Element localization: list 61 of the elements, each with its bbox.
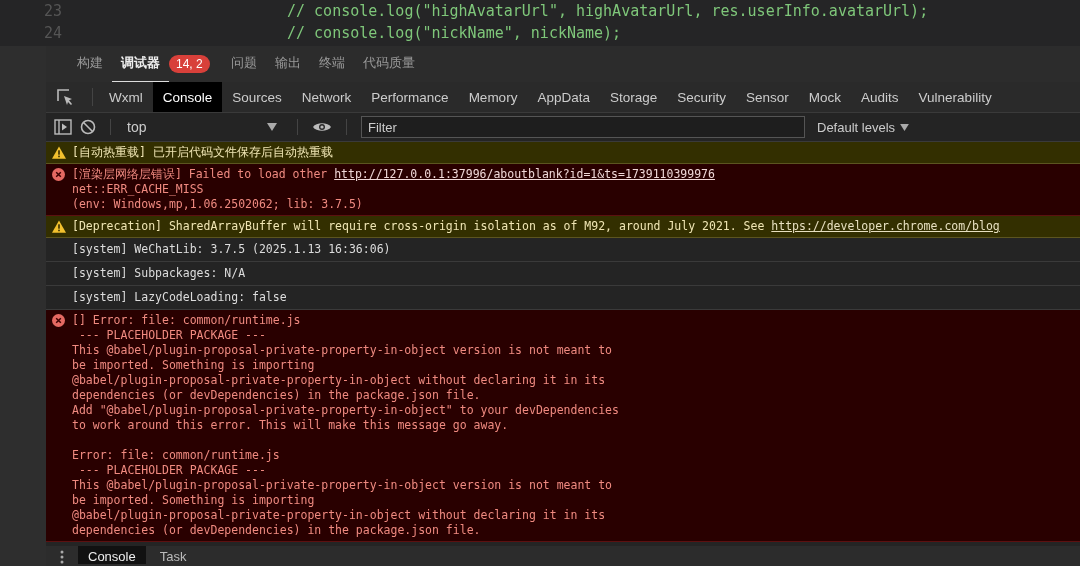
caret-icon	[267, 123, 277, 131]
message-text: net::ERR_CACHE_MISS	[72, 182, 205, 197]
message-text: dependencies (or devDependencies) in the package.json file.	[72, 388, 482, 403]
devtools-tab[interactable]: Sources	[222, 82, 292, 112]
devtools-tab[interactable]: Storage	[599, 82, 668, 112]
drawer-tab[interactable]: Task	[149, 546, 197, 564]
devtools-tab[interactable]: Sensor	[736, 82, 799, 112]
panel-tab[interactable]: 问题	[221, 46, 266, 83]
error-count-badge: 14, 2	[169, 55, 210, 73]
message-text: [system] WeChatLib: 3.7.5 (2025.1.13 16:36:06)	[72, 242, 391, 257]
code-line: // console.log("nickName", nickName);	[287, 24, 622, 42]
drawer-tab[interactable]: Console	[78, 546, 146, 564]
eye-icon[interactable]	[312, 120, 332, 134]
warning-icon	[52, 146, 66, 159]
message-text: to work around this error. This will make this message go away.	[72, 418, 510, 433]
error-icon	[52, 168, 65, 181]
error-icon	[52, 314, 65, 327]
message-text: (env: Windows,mp,1.06.2502062; lib: 3.7.5)	[72, 197, 364, 212]
devtools-tab[interactable]: Security	[667, 82, 736, 112]
message-link[interactable]: http://127.0.0.1:37996/aboutblank?id=1&ts=1739110399976	[334, 167, 715, 181]
message-text: --- PLACEHOLDER PACKAGE ---	[77, 328, 267, 343]
devtools-tab[interactable]: Memory	[458, 82, 528, 112]
message-text: dependencies (or devDependencies) in the package.json file.	[72, 523, 482, 538]
devtools-tab[interactable]: Wxml	[99, 82, 153, 112]
message-text: be imported. Something is importing	[72, 358, 316, 373]
devtools-tab[interactable]: Audits	[851, 82, 909, 112]
devtools-tab[interactable]: Mock	[798, 82, 852, 112]
panel-tab[interactable]: 终端	[309, 46, 354, 83]
warning-icon	[52, 220, 66, 233]
message-text: [system] Subpackages: N/A	[72, 266, 246, 281]
message-text: [自动热重载] 已开启代码文件保存后自动热重载	[72, 145, 333, 160]
message-text: [Deprecation] SharedArrayBuffer will require cross-origin isolation as of M92, around July 2021. See https://developer.chrome.com/blog	[72, 219, 1000, 234]
message-text: [] Error: file: common/runtime.js	[72, 313, 302, 328]
context-dropdown[interactable]: top	[125, 119, 283, 135]
message-text: This @babel/plugin-proposal-private-property-in-object version is not meant to	[72, 343, 614, 358]
message-text: This @babel/plugin-proposal-private-property-in-object version is not meant to	[72, 478, 614, 493]
message-text: --- PLACEHOLDER PACKAGE ---	[77, 463, 267, 478]
more-icon[interactable]	[60, 550, 64, 564]
filter-field[interactable]: Filter	[361, 116, 805, 138]
message-text: be imported. Something is importing	[72, 493, 316, 508]
message-text: @babel/plugin-proposal-private-property-in-object without declaring it in its	[72, 373, 607, 388]
panel-tab[interactable]: 输出	[265, 46, 310, 83]
panel-tab[interactable]: 构建	[68, 46, 112, 83]
devtools-tab[interactable]: Performance	[361, 82, 459, 112]
sidebar-toggle-icon[interactable]	[54, 119, 72, 135]
message-text: Error: file: common/runtime.js	[72, 448, 281, 463]
devtools-tab[interactable]: AppData	[527, 82, 600, 112]
caret-icon	[900, 123, 910, 131]
panel-tab[interactable]: 代码质量	[353, 46, 424, 83]
levels-dropdown[interactable]: Default levels	[817, 119, 910, 135]
inspect-icon[interactable]	[56, 88, 74, 106]
devtools-tab[interactable]: Vulnerability	[908, 82, 1002, 112]
code-line: // console.log("highAvatarUrl", highAvatarUrl, res.userInfo.avatarUrl);	[287, 2, 929, 20]
clear-icon[interactable]	[80, 119, 96, 135]
message-text: Add "@babel/plugin-proposal-private-property-in-object" to your devDependencies	[72, 403, 619, 418]
message-link[interactable]: https://developer.chrome.com/blog	[771, 219, 1000, 233]
message-text: @babel/plugin-proposal-private-property-in-object without declaring it in its	[72, 508, 607, 523]
devtools-tab[interactable]: Network	[291, 82, 362, 112]
message-text: [渲染层网络层错误] Failed to load other http://127.0.0.1:37996/aboutblank?id=1&ts=1739110399976	[72, 167, 715, 182]
devtools-tab[interactable]: Console	[152, 82, 223, 112]
message-text: [system] LazyCodeLoading: false	[72, 290, 287, 305]
